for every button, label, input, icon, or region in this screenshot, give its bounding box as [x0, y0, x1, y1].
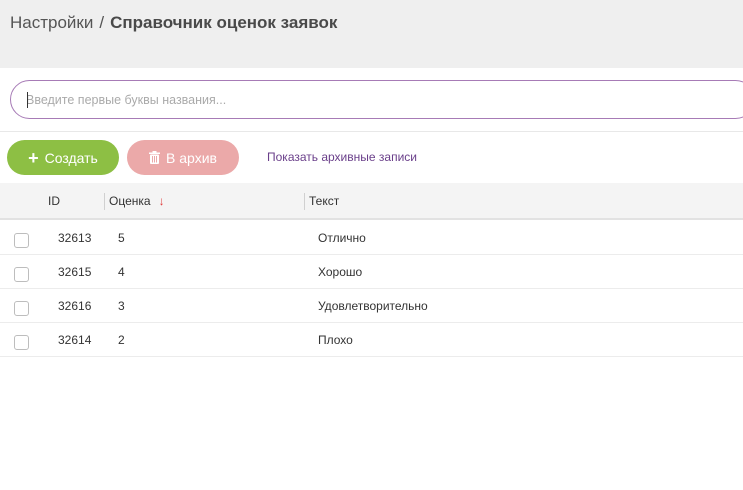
breadcrumb: Настройки / Справочник оценок заявок [10, 13, 337, 33]
column-header-text[interactable]: Текст [309, 194, 339, 208]
row-checkbox[interactable] [14, 335, 29, 350]
trash-icon [149, 151, 161, 164]
plus-icon: + [28, 147, 39, 168]
row-checkbox[interactable] [14, 233, 29, 248]
show-archived-link[interactable]: Показать архивные записи [267, 150, 417, 164]
page-header: Настройки / Справочник оценок заявок [0, 0, 743, 68]
create-button[interactable]: + Создать [7, 140, 119, 175]
cell-text: Хорошо [318, 265, 363, 279]
table-row[interactable]: 32616 3 Удовлетворительно [0, 289, 743, 323]
table-row[interactable]: 32613 5 Отлично [0, 221, 743, 255]
table-header: ID Оценка ↓ Текст [0, 183, 743, 220]
breadcrumb-separator: / [99, 13, 105, 32]
cell-id: 32616 [58, 299, 92, 313]
cell-score: 4 [118, 265, 125, 279]
page-title: Справочник оценок заявок [110, 13, 338, 32]
column-header-id[interactable]: ID [48, 194, 60, 208]
create-button-label: Создать [44, 149, 98, 166]
text-caret [27, 92, 28, 108]
cell-id: 32615 [58, 265, 92, 279]
column-resize-handle[interactable] [304, 193, 305, 210]
row-checkbox[interactable] [14, 301, 29, 316]
column-resize-handle[interactable] [104, 193, 105, 210]
divider [0, 131, 743, 132]
cell-score: 5 [118, 231, 125, 245]
cell-score: 2 [118, 333, 125, 347]
table-row[interactable]: 32615 4 Хорошо [0, 255, 743, 289]
cell-id: 32614 [58, 333, 92, 347]
search-input[interactable] [26, 90, 626, 110]
search-box[interactable] [10, 80, 743, 119]
cell-text: Плохо [318, 333, 353, 347]
row-checkbox[interactable] [14, 267, 29, 282]
cell-id: 32613 [58, 231, 92, 245]
breadcrumb-settings-link[interactable]: Настройки [10, 13, 93, 32]
cell-score: 3 [118, 299, 125, 313]
sort-desc-icon: ↓ [158, 194, 165, 208]
archive-button-label: В архив [166, 149, 217, 166]
table-row[interactable]: 32614 2 Плохо [0, 323, 743, 357]
archive-button[interactable]: В архив [127, 140, 239, 175]
column-header-score[interactable]: Оценка ↓ [109, 194, 165, 208]
cell-text: Отлично [318, 231, 366, 245]
column-header-score-label: Оценка [109, 194, 151, 208]
cell-text: Удовлетворительно [318, 299, 428, 313]
